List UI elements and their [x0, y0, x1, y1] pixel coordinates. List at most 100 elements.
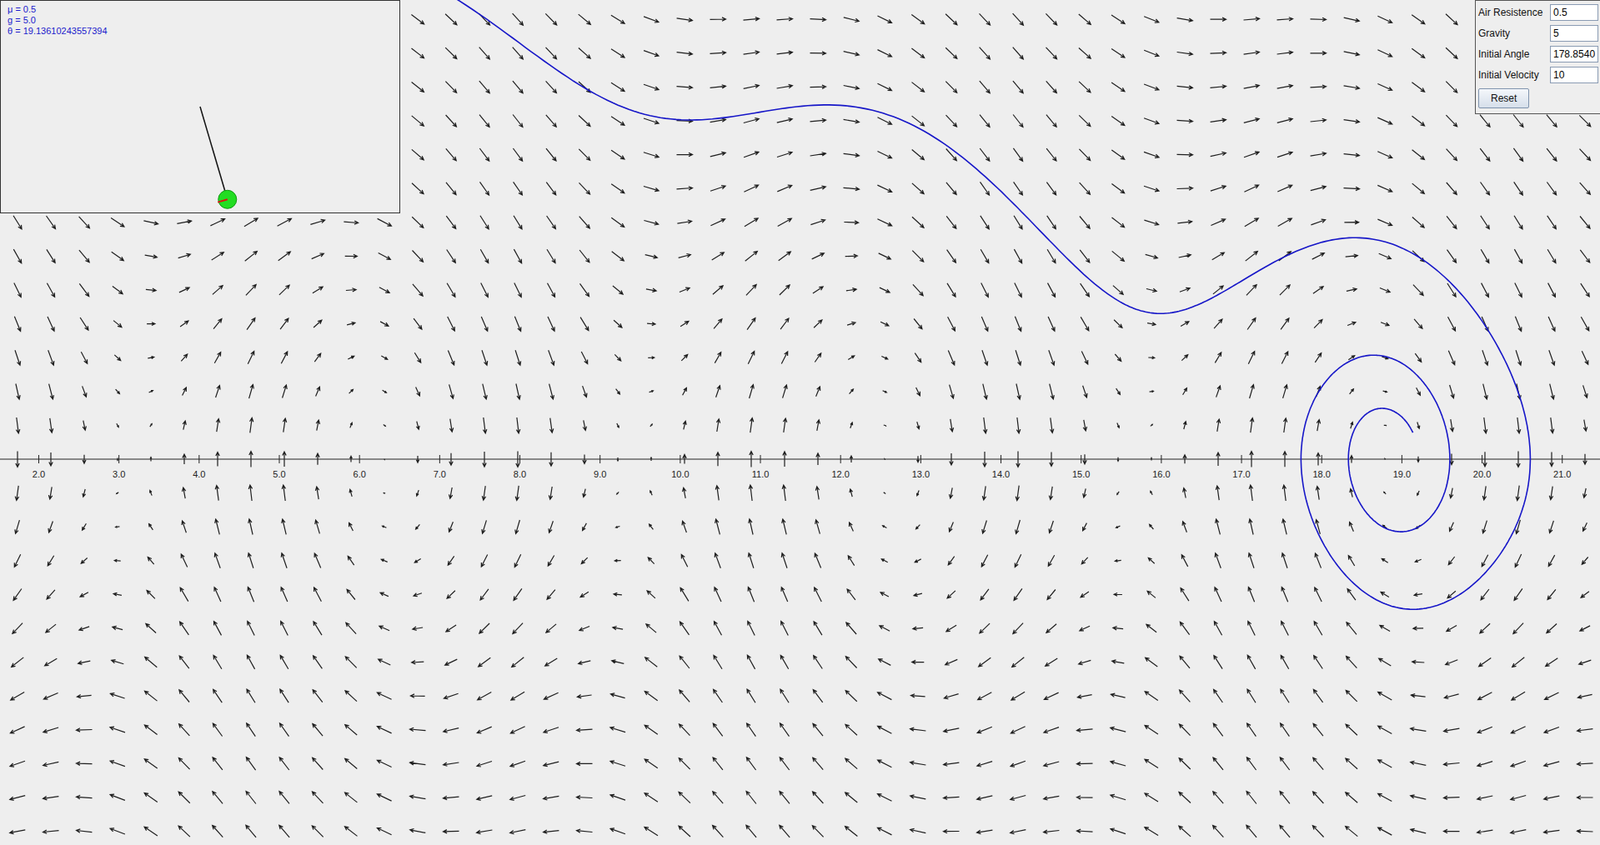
field-arrow — [277, 218, 292, 226]
field-arrow — [543, 830, 560, 834]
field-input[interactable] — [1549, 25, 1599, 42]
field-arrow — [15, 350, 21, 366]
field-arrow — [1111, 82, 1125, 92]
field-arrow — [15, 417, 20, 434]
field-arrow — [1114, 354, 1121, 362]
field-arrow — [1110, 828, 1126, 835]
field-arrow — [1280, 723, 1290, 738]
field-arrow — [780, 723, 790, 738]
field-arrow — [1511, 692, 1525, 701]
axis-tick — [1000, 455, 1002, 464]
field-arrow — [680, 587, 689, 602]
field-arrow — [1081, 557, 1088, 565]
field-arrow — [912, 150, 925, 161]
field-arrow — [416, 524, 421, 530]
field-arrow — [616, 526, 621, 528]
field-arrow — [1243, 185, 1259, 192]
field-arrow — [1143, 118, 1159, 125]
field-arrow — [946, 625, 957, 632]
field-arrow — [1581, 557, 1588, 566]
field-arrow — [1380, 591, 1390, 597]
field-input[interactable] — [1549, 4, 1599, 21]
field-arrow — [877, 692, 893, 701]
field-arrow — [1546, 182, 1556, 196]
field-arrow — [1110, 693, 1125, 698]
field-arrow — [1481, 283, 1490, 298]
field-arrow — [647, 356, 654, 360]
field-arrow — [481, 316, 488, 332]
field-arrow — [278, 251, 291, 261]
field-arrow — [80, 317, 89, 331]
field-arrow — [1078, 81, 1091, 93]
field-arrow — [678, 758, 690, 770]
field-arrow — [682, 421, 687, 430]
field-arrow — [413, 593, 422, 597]
field-arrow — [578, 149, 590, 161]
field-arrow — [546, 80, 557, 93]
field-arrow — [747, 723, 757, 738]
field-arrow — [1449, 522, 1454, 532]
field-arrow — [349, 489, 352, 497]
field-arrow — [879, 287, 890, 293]
field-label: Initial Angle — [1478, 48, 1550, 61]
reset-button[interactable]: Reset — [1478, 88, 1530, 109]
field-arrow — [912, 82, 925, 93]
field-arrow — [716, 419, 720, 432]
field-arrow — [1449, 385, 1455, 399]
axis-tick — [599, 455, 601, 464]
field-arrow — [980, 181, 990, 196]
field-arrow — [1116, 388, 1121, 395]
axis-label: 4.0 — [192, 469, 206, 480]
field-arrow — [213, 689, 223, 703]
field-arrow — [1580, 316, 1589, 332]
field-arrow — [476, 727, 492, 734]
field-arrow — [815, 486, 819, 500]
field-arrow — [212, 757, 223, 771]
field-arrow — [643, 84, 659, 91]
field-arrow — [1448, 316, 1456, 332]
field-arrow — [679, 656, 690, 669]
field-arrow — [845, 691, 858, 703]
field-arrow — [611, 660, 625, 665]
field-arrow — [1043, 830, 1060, 834]
field-arrow — [1444, 796, 1460, 800]
field-arrow — [212, 792, 223, 805]
field-arrow — [443, 762, 460, 767]
field-arrow — [377, 218, 392, 226]
pendulum — [200, 106, 237, 209]
field-arrow — [1544, 727, 1560, 734]
field-arrow — [1013, 181, 1024, 196]
field-arrow — [810, 85, 827, 89]
field-arrow — [747, 621, 755, 637]
field-arrow — [15, 384, 21, 401]
field-arrow — [810, 152, 827, 156]
field-arrow — [843, 51, 860, 56]
field-arrow — [780, 655, 788, 669]
field-arrow — [80, 558, 87, 565]
field-arrow — [445, 81, 457, 94]
field-arrow — [1344, 85, 1360, 91]
field-arrow — [543, 796, 560, 801]
field-input[interactable] — [1549, 66, 1599, 84]
field-arrow — [1510, 830, 1527, 835]
field-input[interactable] — [1549, 45, 1599, 63]
field-arrow — [1347, 589, 1356, 602]
field-arrow — [1013, 215, 1023, 230]
field-arrow — [380, 321, 389, 327]
field-arrow — [1310, 185, 1326, 191]
field-arrow — [379, 287, 390, 294]
field-arrow — [710, 185, 726, 192]
field-arrow — [476, 796, 492, 802]
field-arrow — [13, 249, 21, 264]
field-arrow — [946, 215, 957, 229]
field-arrow — [1479, 658, 1492, 668]
field-arrow — [149, 391, 154, 393]
field-arrow — [1112, 217, 1125, 228]
field-arrow — [215, 419, 220, 433]
field-arrow — [643, 50, 659, 57]
field-arrow — [481, 283, 489, 298]
field-arrow — [1249, 385, 1255, 399]
field-arrow — [280, 318, 289, 330]
field-arrow — [1412, 660, 1425, 664]
field-arrow — [1112, 250, 1125, 261]
